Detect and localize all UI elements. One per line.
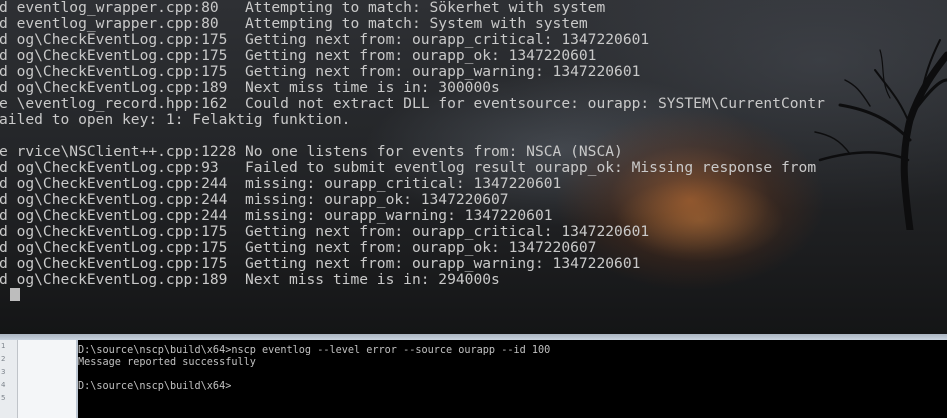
- prompt-line: [78, 369, 550, 381]
- prompt-line: D:\source\nscp\build\x64>: [78, 381, 232, 392]
- editor-background-window[interactable]: [18, 340, 77, 418]
- log-line: d og\CheckEventLog.cpp:175 Getting next …: [0, 255, 641, 272]
- log-line: e \eventlog_record.hpp:162 Could not ext…: [0, 95, 825, 112]
- line-number: 3: [1, 368, 6, 376]
- line-number: 1: [1, 342, 6, 350]
- log-line: e rvice\NSClient++.cpp:1228 No one liste…: [0, 143, 623, 160]
- log-line: d og\CheckEventLog.cpp:244 missing: oura…: [0, 191, 509, 208]
- log-line: ailed to open key: 1: Felaktig funktion.: [0, 111, 351, 128]
- log-line: d og\CheckEventLog.cpp:175 Getting next …: [0, 239, 597, 256]
- line-number: 5: [1, 394, 6, 402]
- prompt-line: Message reported successfully: [78, 357, 256, 368]
- log-line: d og\CheckEventLog.cpp:244 missing: oura…: [0, 175, 562, 192]
- log-line: d og\CheckEventLog.cpp:175 Getting next …: [0, 31, 650, 48]
- log-line: d og\CheckEventLog.cpp:175 Getting next …: [0, 47, 597, 64]
- log-line: d og\CheckEventLog.cpp:244 missing: oura…: [0, 207, 553, 224]
- log-line: d og\CheckEventLog.cpp:175 Getting next …: [0, 223, 650, 240]
- log-line: d og\CheckEventLog.cpp:93 Failed to subm…: [0, 159, 817, 176]
- nsclient-console-window[interactable]: d eventlog_wrapper.cpp:80 Attempting to …: [0, 0, 947, 334]
- text-cursor: [10, 288, 20, 301]
- command-prompt-output: D:\source\nscp\build\x64>nscp eventlog -…: [78, 345, 550, 393]
- log-line: d eventlog_wrapper.cpp:80 Attempting to …: [0, 15, 588, 32]
- log-line: d og\CheckEventLog.cpp:189 Next miss tim…: [0, 79, 500, 96]
- command-prompt-window[interactable]: D:\source\nscp\build\x64>nscp eventlog -…: [76, 340, 947, 418]
- line-number: 2: [1, 355, 6, 363]
- console-log-output: d eventlog_wrapper.cpp:80 Attempting to …: [0, 0, 825, 288]
- editor-line-gutter: 1 2 3 4 5: [0, 340, 18, 418]
- log-line: d og\CheckEventLog.cpp:175 Getting next …: [0, 63, 641, 80]
- prompt-line: D:\source\nscp\build\x64>nscp eventlog -…: [78, 345, 551, 356]
- line-number: 4: [1, 381, 6, 389]
- log-line: d og\CheckEventLog.cpp:189 Next miss tim…: [0, 271, 500, 288]
- log-line: d eventlog_wrapper.cpp:80 Attempting to …: [0, 0, 606, 16]
